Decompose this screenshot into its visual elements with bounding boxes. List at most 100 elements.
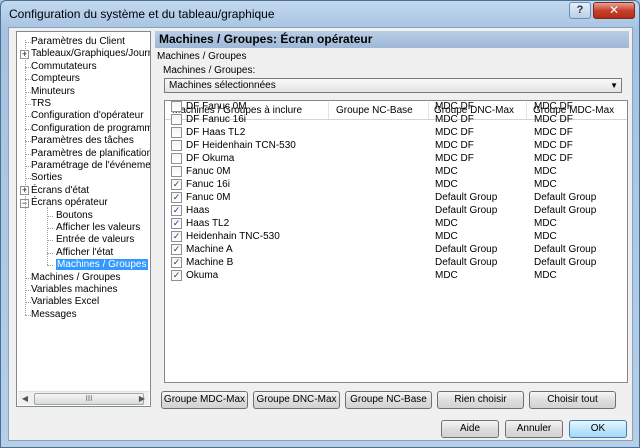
- group-dnc-max-button[interactable]: Groupe DNC-Max: [253, 391, 340, 409]
- tree-horizontal-scrollbar[interactable]: ◀ III ▶: [18, 391, 149, 405]
- table-row[interactable]: ✓ Okuma MDC MDC: [165, 269, 627, 282]
- tree-item[interactable]: Afficher l'état: [56, 247, 113, 259]
- tree-item[interactable]: Paramètres des tâches: [31, 135, 134, 147]
- machine-name: Heidenhain TNC-530: [186, 231, 280, 242]
- ok-button[interactable]: OK: [569, 420, 627, 438]
- mdc-group: MDC: [534, 270, 557, 281]
- tree-item[interactable]: Variables machines: [31, 284, 118, 296]
- tree-item[interactable]: Tableaux/Graphiques/Journal: [31, 48, 151, 60]
- machines-groups-select[interactable]: Machines sélectionnées ▼: [164, 78, 622, 93]
- help-button[interactable]: Aide: [441, 420, 499, 438]
- tree-item-label: Sorties: [31, 172, 63, 184]
- dnc-group: MDC: [435, 270, 458, 281]
- tree-item[interactable]: Sorties: [31, 172, 62, 184]
- help-title-button[interactable]: ?: [569, 2, 591, 19]
- tree-item[interactable]: Paramètres du Client: [31, 36, 125, 48]
- tree-item-label: Écrans d'état: [31, 184, 90, 196]
- table-row[interactable]: ✓ Machine B Default Group Default Group: [165, 256, 627, 269]
- machine-name: Fanuc 0M: [186, 166, 231, 177]
- tree-item-label: Paramètres de planification: [31, 147, 151, 159]
- table-row[interactable]: DF Haas TL2 MDC DF MDC DF: [165, 126, 627, 139]
- include-checkbox[interactable]: ✓: [171, 231, 182, 242]
- include-checkbox[interactable]: [171, 114, 182, 125]
- dnc-group: MDC: [435, 166, 458, 177]
- include-checkbox[interactable]: ✓: [171, 192, 182, 203]
- include-checkbox[interactable]: ✓: [171, 270, 182, 281]
- tree-item-label: Afficher les valeurs: [56, 222, 141, 233]
- include-checkbox[interactable]: [171, 127, 182, 138]
- machine-name: DF Fanuc 16i: [186, 114, 247, 125]
- tree-item-label: Variables machines: [31, 284, 118, 295]
- tree-item[interactable]: Minuteurs: [31, 86, 75, 98]
- mdc-group: MDC DF: [534, 127, 573, 138]
- dnc-group: MDC DF: [435, 127, 474, 138]
- include-checkbox[interactable]: ✓: [171, 218, 182, 229]
- include-checkbox[interactable]: ✓: [171, 257, 182, 268]
- machines-table[interactable]: Machines / Groupes à inclure Groupe NC-B…: [164, 100, 628, 383]
- table-row[interactable]: DF Heidenhain TCN-530 MDC DF MDC DF: [165, 139, 627, 152]
- tree-item[interactable]: Variables Excel: [31, 296, 99, 308]
- table-row[interactable]: ✓ Machine A Default Group Default Group: [165, 243, 627, 256]
- scroll-thumb[interactable]: III: [34, 393, 144, 405]
- tree-item-label: Machines / Groupes: [56, 259, 148, 271]
- include-checkbox[interactable]: ✓: [171, 179, 182, 190]
- machine-name: DF Fanuc 0M: [186, 101, 247, 112]
- scroll-right-icon[interactable]: ▶: [135, 392, 149, 406]
- tree-item-label: Commutateurs: [31, 60, 97, 72]
- tree-connector: [47, 265, 53, 267]
- table-row[interactable]: DF Okuma MDC DF MDC DF: [165, 152, 627, 165]
- choose-none-button[interactable]: Rien choisir: [437, 391, 524, 409]
- include-checkbox[interactable]: ✓: [171, 205, 182, 216]
- table-row[interactable]: DF Fanuc 16i MDC DF MDC DF: [165, 113, 627, 126]
- include-checkbox[interactable]: [171, 101, 182, 112]
- tree-item[interactable]: TRS: [31, 98, 51, 110]
- include-checkbox[interactable]: [171, 166, 182, 177]
- tree-item[interactable]: Compteurs: [31, 73, 80, 85]
- table-row[interactable]: ✓ Haas TL2 MDC MDC: [165, 217, 627, 230]
- choose-all-button[interactable]: Choisir tout: [529, 391, 616, 409]
- tree-item[interactable]: Paramètres de planification: [31, 147, 151, 160]
- tree-item-label: Tableaux/Graphiques/Journal: [31, 48, 151, 60]
- tree-item[interactable]: Configuration de programme: [31, 122, 151, 135]
- tree-item[interactable]: Afficher les valeurs: [56, 222, 140, 234]
- tree-item-label: Paramètres des tâches: [31, 135, 134, 147]
- table-row[interactable]: ✓ Fanuc 0M Default Group Default Group: [165, 191, 627, 204]
- machine-name: DF Heidenhain TCN-530: [186, 140, 296, 151]
- tree-item[interactable]: Machines / Groupes: [56, 259, 148, 271]
- tree-item[interactable]: Commutateurs: [31, 61, 97, 73]
- tree-item[interactable]: Messages: [31, 309, 77, 321]
- include-checkbox[interactable]: [171, 140, 182, 151]
- tree-item[interactable]: Écrans opérateur: [31, 197, 108, 209]
- tree-item-label: TRS: [31, 98, 51, 109]
- include-checkbox[interactable]: [171, 153, 182, 164]
- machine-name: Fanuc 16i: [186, 179, 230, 190]
- table-row[interactable]: Fanuc 0M MDC MDC: [165, 165, 627, 178]
- tree-item[interactable]: Écrans d'état: [31, 185, 89, 197]
- table-row[interactable]: DF Fanuc 0M MDC DF MDC DF: [165, 100, 627, 113]
- machine-name: Haas: [186, 205, 210, 216]
- tree-item[interactable]: Configuration d'opérateur: [31, 110, 144, 122]
- dnc-group: MDC DF: [435, 114, 474, 125]
- table-row[interactable]: ✓ Heidenhain TNC-530 MDC MDC: [165, 230, 627, 243]
- chevron-down-icon[interactable]: ▼: [610, 79, 618, 92]
- dnc-group: MDC DF: [435, 140, 474, 151]
- close-button[interactable]: ✕: [593, 2, 635, 19]
- scroll-left-icon[interactable]: ◀: [18, 392, 32, 406]
- table-row[interactable]: ✓ Haas Default Group Default Group: [165, 204, 627, 217]
- cancel-button[interactable]: Annuler: [505, 420, 563, 438]
- tree-item[interactable]: Machines / Groupes: [31, 272, 121, 284]
- settings-tree[interactable]: ◀ III ▶ Paramètres du Client + Tableaux/Gr…: [16, 31, 151, 407]
- tree-item-label: Configuration de programme: [31, 122, 151, 134]
- machines-groups-field-label: Machines / Groupes:: [163, 65, 256, 76]
- tree-item-label: Minuteurs: [31, 85, 75, 97]
- table-row[interactable]: ✓ Fanuc 16i MDC MDC: [165, 178, 627, 191]
- group-mdc-max-button[interactable]: Groupe MDC-Max: [161, 391, 248, 409]
- tree-item[interactable]: Boutons: [56, 210, 93, 222]
- machine-name: Okuma: [186, 270, 219, 281]
- machine-name: Haas TL2: [186, 218, 230, 229]
- tree-item[interactable]: Entrée de valeurs: [56, 234, 134, 246]
- tree-item[interactable]: Paramétrage de l'événement: [31, 160, 150, 172]
- include-checkbox[interactable]: ✓: [171, 244, 182, 255]
- title-bar[interactable]: Configuration du système et du tableau/g…: [1, 1, 639, 27]
- group-nc-base-button[interactable]: Groupe NC-Base: [345, 391, 432, 409]
